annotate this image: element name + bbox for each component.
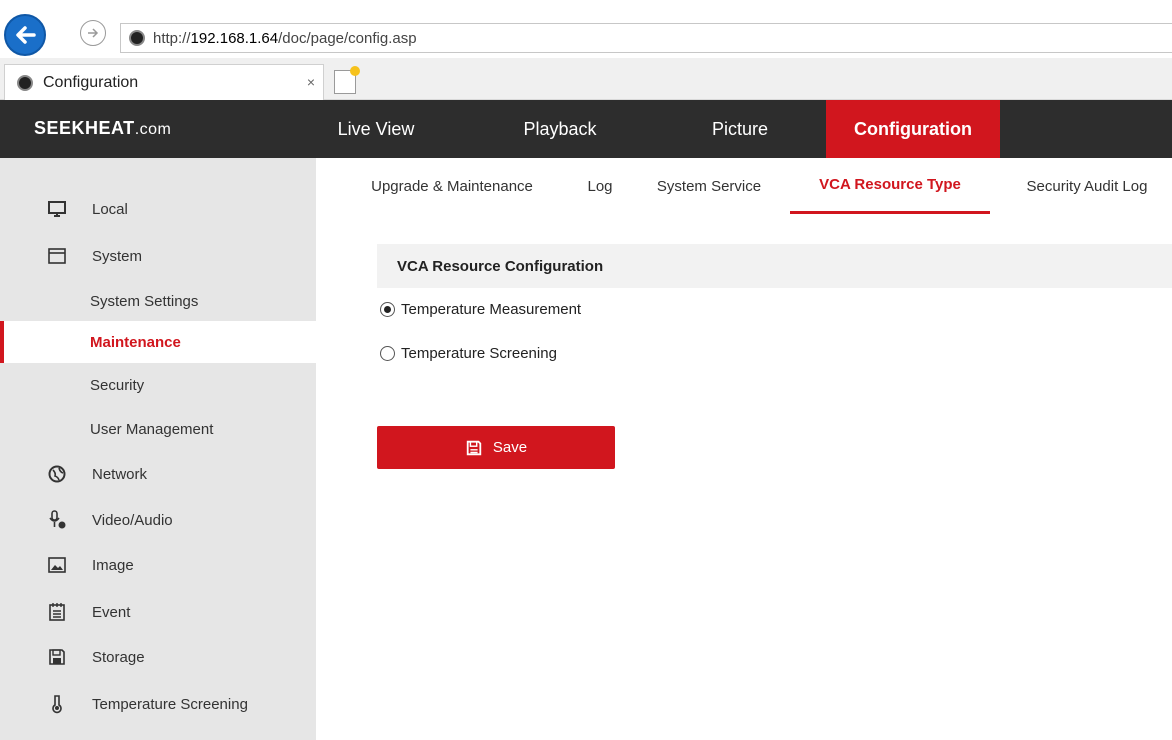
logo-main-text: SEEKHEAT [34,118,135,138]
sidebar-item-temperature-screening[interactable]: Temperature Screening [0,683,316,725]
tab-log[interactable]: Log [574,158,626,214]
sidebar-item-network[interactable]: Network [0,453,316,495]
save-button[interactable]: Save [377,426,615,469]
browser-tab-configuration[interactable]: Configuration × [4,64,324,100]
browser-tab-strip: Configuration × [0,58,1172,100]
sidebar-item-label: Image [92,556,134,574]
sidebar-item-label: Storage [92,648,145,666]
microphone-icon [47,510,67,530]
radio-temperature-measurement[interactable]: Temperature Measurement [380,298,581,320]
sidebar-item-video-audio[interactable]: Video/Audio [0,499,316,541]
tab-title: Configuration [43,73,139,91]
sidebar-item-event[interactable]: Event [0,591,316,633]
nav-playback[interactable]: Playback [500,100,620,158]
tab-upgrade-maintenance[interactable]: Upgrade & Maintenance [346,158,558,214]
logo-suffix-text: .com [134,121,172,138]
floppy-disk-icon [47,647,67,667]
seekheat-logo: SEEKHEAT.com [34,118,171,139]
sidebar-item-local[interactable]: Local [0,188,316,230]
section-title-vca-resource-configuration: VCA Resource Configuration [377,244,1172,288]
sidebar-item-label: Event [92,603,131,621]
sidebar-item-label: Temperature Screening [92,695,248,713]
arrow-left-icon [16,26,36,44]
new-tab-icon[interactable] [334,66,360,94]
floppy-disk-icon [466,440,482,455]
arrow-right-icon [88,28,99,38]
sidebar-item-maintenance[interactable]: Maintenance [0,321,316,363]
radio-label: Temperature Screening [401,344,557,362]
sidebar-item-security[interactable]: Security [0,364,316,406]
save-button-label: Save [492,439,528,456]
url-host: 192.168.1.64 [190,29,279,47]
sidebar-item-image[interactable]: Image [0,544,316,586]
sidebar-item-label: System Settings [90,292,199,310]
tab-favicon-icon [17,74,33,91]
nav-picture[interactable]: Picture [680,100,800,158]
tab-vca-resource-type[interactable]: VCA Resource Type [790,158,990,214]
image-icon [47,555,67,575]
app-header: SEEKHEAT.com Live View Playback Picture … [0,100,1172,158]
window-icon [47,246,67,266]
tab-security-audit-log[interactable]: Security Audit Log [1002,158,1172,214]
subtab-bar: Upgrade & Maintenance Log System Service… [316,158,1172,216]
nav-configuration[interactable]: Configuration [826,100,1000,158]
sidebar: Local System System Settings Maintenance… [0,158,316,740]
radio-button-checked[interactable] [380,301,395,317]
tab-close-icon[interactable]: × [307,74,315,90]
radio-label: Temperature Measurement [401,300,582,318]
sidebar-item-label: Video/Audio [92,511,173,529]
sidebar-item-label: Security [90,376,145,394]
sidebar-item-storage[interactable]: Storage [0,636,316,678]
globe-icon [47,464,67,484]
nav-live-view[interactable]: Live View [316,100,436,158]
sidebar-item-system[interactable]: System [0,235,316,277]
address-bar[interactable]: http://192.168.1.64/doc/page/config.asp [120,23,1172,53]
sidebar-item-system-settings[interactable]: System Settings [0,280,316,322]
tab-system-service[interactable]: System Service [642,158,776,214]
sidebar-item-label: Maintenance [90,333,181,351]
sidebar-item-label: User Management [90,420,214,438]
browser-address-bar-row: http://192.168.1.64/doc/page/config.asp [0,0,1172,58]
url-prefix: http:// [153,29,191,47]
back-button[interactable] [4,14,46,56]
radio-button-unchecked[interactable] [380,345,395,361]
monitor-icon [47,199,67,219]
url-path: /doc/page/config.asp [278,29,417,47]
thermometer-icon [47,694,67,714]
site-favicon-icon [129,30,145,46]
sidebar-item-label: System [92,247,143,265]
sidebar-item-label: Network [92,465,148,483]
sidebar-item-user-management[interactable]: User Management [0,408,316,450]
sidebar-item-label: Local [92,200,128,218]
calendar-icon [47,602,67,622]
forward-button[interactable] [80,20,106,46]
radio-temperature-screening[interactable]: Temperature Screening [380,342,557,364]
